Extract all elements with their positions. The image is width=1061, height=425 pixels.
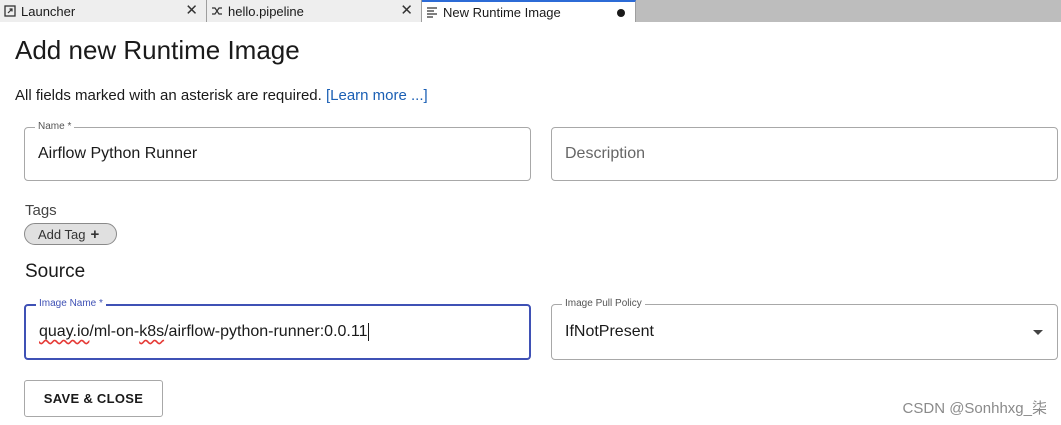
tab-hello-pipeline[interactable]: hello.pipeline ✕ <box>207 0 422 22</box>
plus-icon: + <box>90 225 100 243</box>
save-and-close-button[interactable]: SAVE & CLOSE <box>24 380 163 417</box>
close-icon[interactable]: ✕ <box>400 3 413 18</box>
page-title: Add new Runtime Image <box>15 35 300 65</box>
image-name-part: /ml-on- <box>89 323 140 340</box>
tab-bar: Launcher ✕ hello.pipeline ✕ New Runtime … <box>0 0 1061 22</box>
description-placeholder: Description <box>565 145 646 162</box>
add-tag-label: Add Tag <box>38 226 86 242</box>
image-name-part: /airflow-python-runner:0.0.11 <box>164 323 368 340</box>
pipeline-icon <box>211 5 223 17</box>
chevron-down-icon[interactable] <box>1033 330 1043 335</box>
add-tag-button[interactable]: Add Tag + <box>24 223 117 245</box>
image-name-part: quay.io <box>39 323 90 340</box>
name-field-value: Airflow Python Runner <box>38 145 198 162</box>
tags-label: Tags <box>25 202 57 219</box>
learn-more-link[interactable]: [Learn more ...] <box>326 87 428 104</box>
image-name-field[interactable]: Image Name * quay.io/ml-on-k8s/airflow-p… <box>24 298 531 360</box>
image-pull-policy-select[interactable]: Image Pull Policy IfNotPresent <box>551 298 1058 360</box>
runtime-image-editor: Launcher ✕ hello.pipeline ✕ New Runtime … <box>0 0 1061 425</box>
image-pull-policy-value: IfNotPresent <box>565 323 654 340</box>
required-note-text: All fields marked with an asterisk are r… <box>15 87 322 104</box>
tab-label: Launcher <box>21 3 76 19</box>
tab-label: New Runtime Image <box>443 4 561 20</box>
image-name-part: k8s <box>139 323 165 340</box>
tab-label: hello.pipeline <box>228 3 304 19</box>
close-icon[interactable]: ✕ <box>185 3 198 18</box>
launcher-icon <box>4 5 16 17</box>
source-heading: Source <box>25 261 86 282</box>
editor-icon <box>426 6 438 18</box>
text-cursor <box>368 323 370 341</box>
unsaved-indicator-icon[interactable] <box>617 9 625 17</box>
watermark: CSDN @Sonhhxg_柒 <box>902 400 1047 417</box>
name-field[interactable]: Name * Airflow Python Runner <box>24 121 531 181</box>
image-name-field-value: quay.io/ml-on-k8s/airflow-python-runner:… <box>39 306 370 358</box>
tab-new-runtime-image[interactable]: New Runtime Image <box>422 0 636 22</box>
description-field[interactable]: Description <box>551 127 1058 181</box>
required-note: All fields marked with an asterisk are r… <box>15 87 428 104</box>
tab-launcher[interactable]: Launcher ✕ <box>0 0 207 22</box>
